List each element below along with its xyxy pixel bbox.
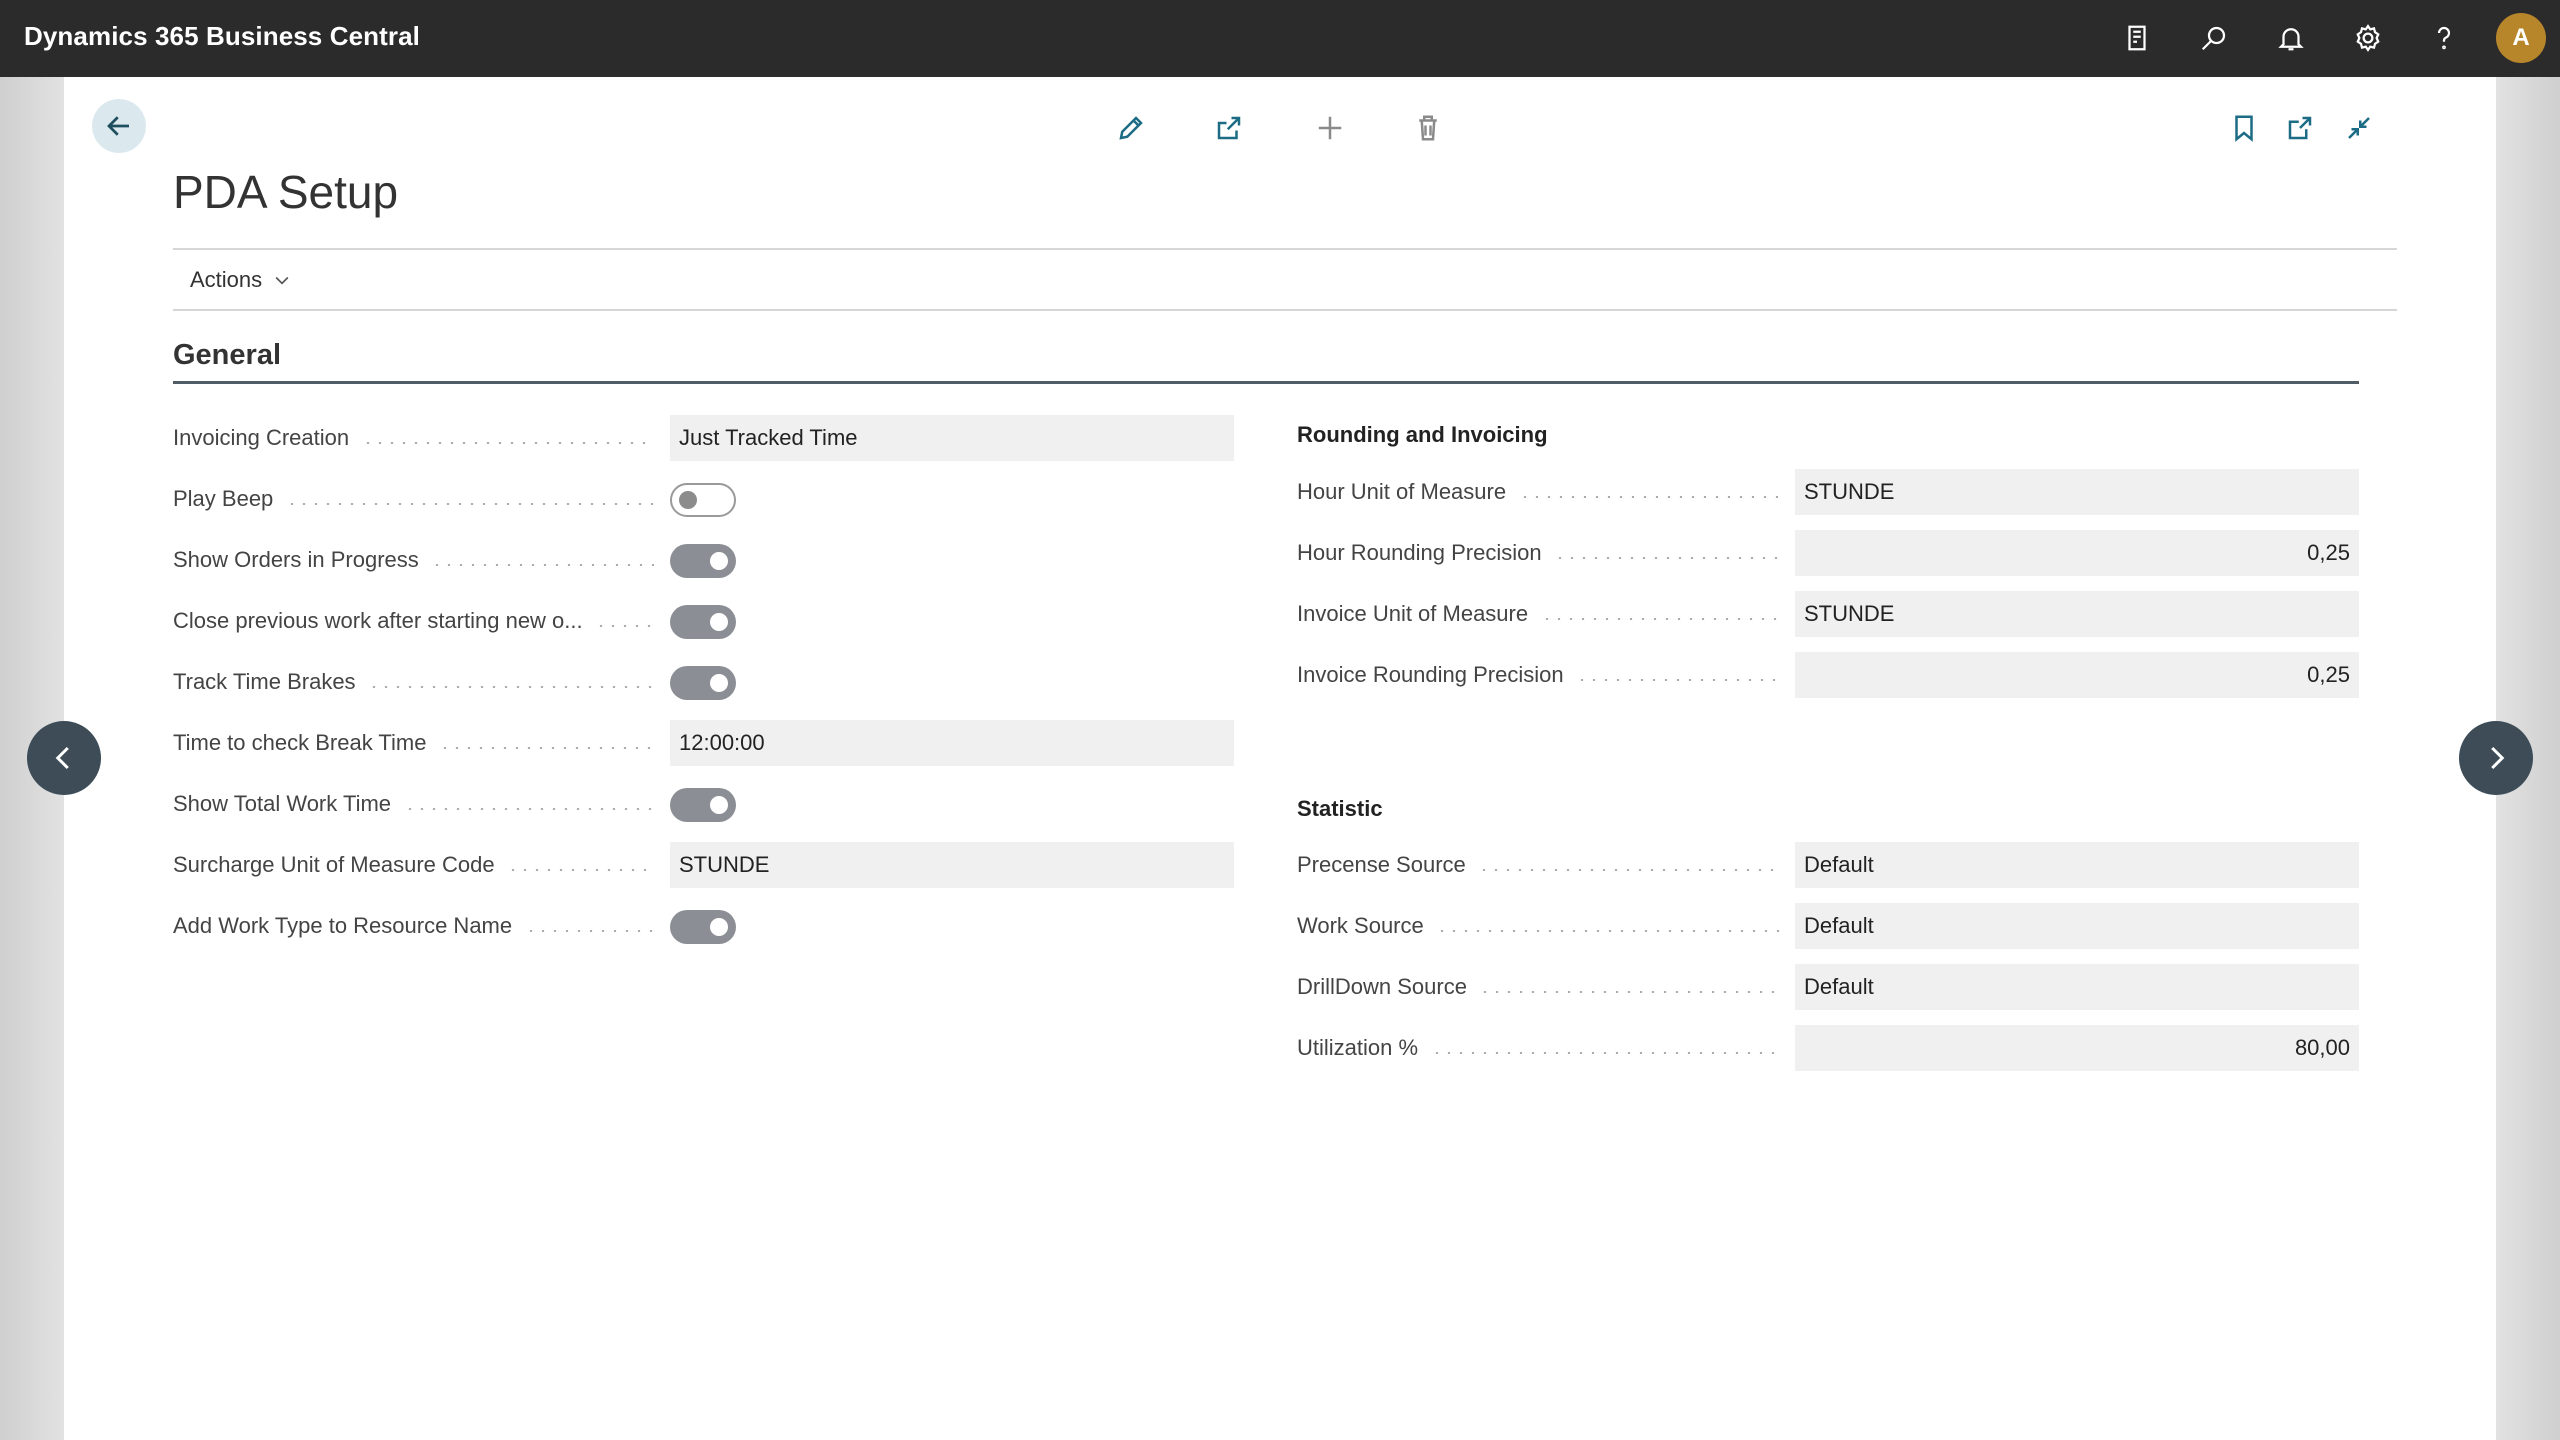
pencil-icon xyxy=(1119,116,1143,140)
actions-label: Actions xyxy=(190,267,263,292)
input-work-source[interactable]: Default xyxy=(1795,903,2359,949)
chevron-right-icon xyxy=(2491,746,2505,770)
toggle-knob xyxy=(710,613,728,631)
input-hour-rounding-precision[interactable]: 0,25 xyxy=(1795,530,2359,576)
new-button[interactable] xyxy=(1310,108,1350,148)
section-divider xyxy=(173,381,2359,384)
field-label-utilization: Utilization % xyxy=(1297,1035,1419,1060)
toggle-close-previous-work-after-starting-new-o[interactable] xyxy=(670,605,736,639)
avatar[interactable]: A xyxy=(2496,13,2546,63)
field-label-drilldown-source: DrillDown Source xyxy=(1297,974,1467,999)
previous-record-button[interactable] xyxy=(27,721,101,795)
field-label-play-beep: Play Beep xyxy=(173,486,274,511)
app-title[interactable]: Dynamics 365 Business Central xyxy=(24,0,420,77)
field-label-add-work-type-to-resource-name: Add Work Type to Resource Name xyxy=(173,913,513,938)
next-record-button[interactable] xyxy=(2459,721,2533,795)
plus-icon xyxy=(1318,116,1342,140)
share-button[interactable] xyxy=(1209,108,1249,148)
field-label-precense-source: Precense Source xyxy=(1297,852,1466,877)
field-label-surcharge-unit-of-measure-code: Surcharge Unit of Measure Code xyxy=(173,852,495,877)
leader-dots xyxy=(1478,869,1780,871)
report-icon[interactable] xyxy=(2118,19,2156,57)
chevron-left-icon xyxy=(55,746,69,770)
group-title-rounding: Rounding and Invoicing xyxy=(1297,422,1548,447)
help-icon[interactable] xyxy=(2425,19,2463,57)
toggle-knob xyxy=(710,918,728,936)
open-new-window-icon xyxy=(2288,116,2312,140)
leader-dots xyxy=(1554,557,1780,559)
toggle-play-beep[interactable] xyxy=(670,483,736,517)
actions-menu[interactable]: Actions xyxy=(190,267,292,293)
field-label-hour-rounding-precision: Hour Rounding Precision xyxy=(1297,540,1542,565)
leader-dots xyxy=(1576,679,1780,681)
input-precense-source[interactable]: Default xyxy=(1795,842,2359,888)
toggle-knob xyxy=(710,796,728,814)
toggle-add-work-type-to-resource-name[interactable] xyxy=(670,910,736,944)
leader-dots xyxy=(286,503,654,505)
back-button[interactable] xyxy=(92,99,146,153)
arrow-left-icon xyxy=(107,116,129,136)
input-invoice-rounding-precision[interactable]: 0,25 xyxy=(1795,652,2359,698)
bell-icon[interactable] xyxy=(2272,19,2310,57)
divider xyxy=(173,309,2397,311)
input-invoice-unit-of-measure[interactable]: STUNDE xyxy=(1795,591,2359,637)
edit-button[interactable] xyxy=(1111,108,1151,148)
leader-dots xyxy=(1436,930,1780,932)
leader-dots xyxy=(362,442,654,444)
section-title-general[interactable]: General xyxy=(173,339,281,372)
leader-dots xyxy=(525,930,654,932)
field-label-close-previous-work-after-starting-new-o: Close previous work after starting new o… xyxy=(173,608,583,633)
field-label-hour-unit-of-measure: Hour Unit of Measure xyxy=(1297,479,1507,504)
group-title-statistic: Statistic xyxy=(1297,796,1383,821)
toggle-knob xyxy=(710,674,728,692)
leader-dots xyxy=(1541,618,1780,620)
input-invoicing-creation[interactable]: Just Tracked Time xyxy=(670,415,1234,461)
page-title: PDA Setup xyxy=(173,166,399,218)
leader-dots xyxy=(368,686,654,688)
leader-dots xyxy=(439,747,654,749)
divider xyxy=(173,248,2397,250)
open-new-window-button[interactable] xyxy=(2280,108,2320,148)
toggle-track-time-brakes[interactable] xyxy=(670,666,736,700)
input-drilldown-source[interactable]: Default xyxy=(1795,964,2359,1010)
input-utilization[interactable]: 80,00 xyxy=(1795,1025,2359,1071)
delete-button[interactable] xyxy=(1408,108,1448,148)
bookmark-icon xyxy=(2235,115,2253,142)
page-card: PDA Setup Actions General Invoicing Crea… xyxy=(64,77,2496,1440)
field-label-work-source: Work Source xyxy=(1297,913,1424,938)
collapse-icon xyxy=(2348,117,2370,139)
toggle-knob xyxy=(679,491,697,509)
leader-dots xyxy=(1519,496,1780,498)
gear-icon[interactable] xyxy=(2349,19,2387,57)
field-label-show-total-work-time: Show Total Work Time xyxy=(173,791,392,816)
field-label-show-orders-in-progress: Show Orders in Progress xyxy=(173,547,419,572)
input-time-to-check-break-time[interactable]: 12:00:00 xyxy=(670,720,1234,766)
input-surcharge-unit-of-measure-code[interactable]: STUNDE xyxy=(670,842,1234,888)
search-icon[interactable] xyxy=(2195,19,2233,57)
trash-icon xyxy=(1419,115,1437,141)
field-label-invoicing-creation: Invoicing Creation xyxy=(173,425,350,450)
toggle-show-orders-in-progress[interactable] xyxy=(670,544,736,578)
toggle-show-total-work-time[interactable] xyxy=(670,788,736,822)
toggle-knob xyxy=(710,552,728,570)
input-hour-unit-of-measure[interactable]: STUNDE xyxy=(1795,469,2359,515)
leader-dots xyxy=(404,808,654,810)
bookmark-button[interactable] xyxy=(2224,108,2264,148)
leader-dots xyxy=(595,625,654,627)
field-label-track-time-brakes: Track Time Brakes xyxy=(173,669,356,694)
field-label-invoice-unit-of-measure: Invoice Unit of Measure xyxy=(1297,601,1529,626)
leader-dots xyxy=(1431,1052,1780,1054)
collapse-button[interactable] xyxy=(2339,108,2379,148)
share-icon xyxy=(1217,116,1241,140)
field-label-time-to-check-break-time: Time to check Break Time xyxy=(173,730,427,755)
leader-dots xyxy=(507,869,654,871)
chevron-down-icon xyxy=(275,276,289,285)
top-bar: Dynamics 365 Business Central A xyxy=(0,0,2560,77)
field-label-invoice-rounding-precision: Invoice Rounding Precision xyxy=(1297,662,1564,687)
leader-dots xyxy=(1479,991,1780,993)
leader-dots xyxy=(431,564,654,566)
